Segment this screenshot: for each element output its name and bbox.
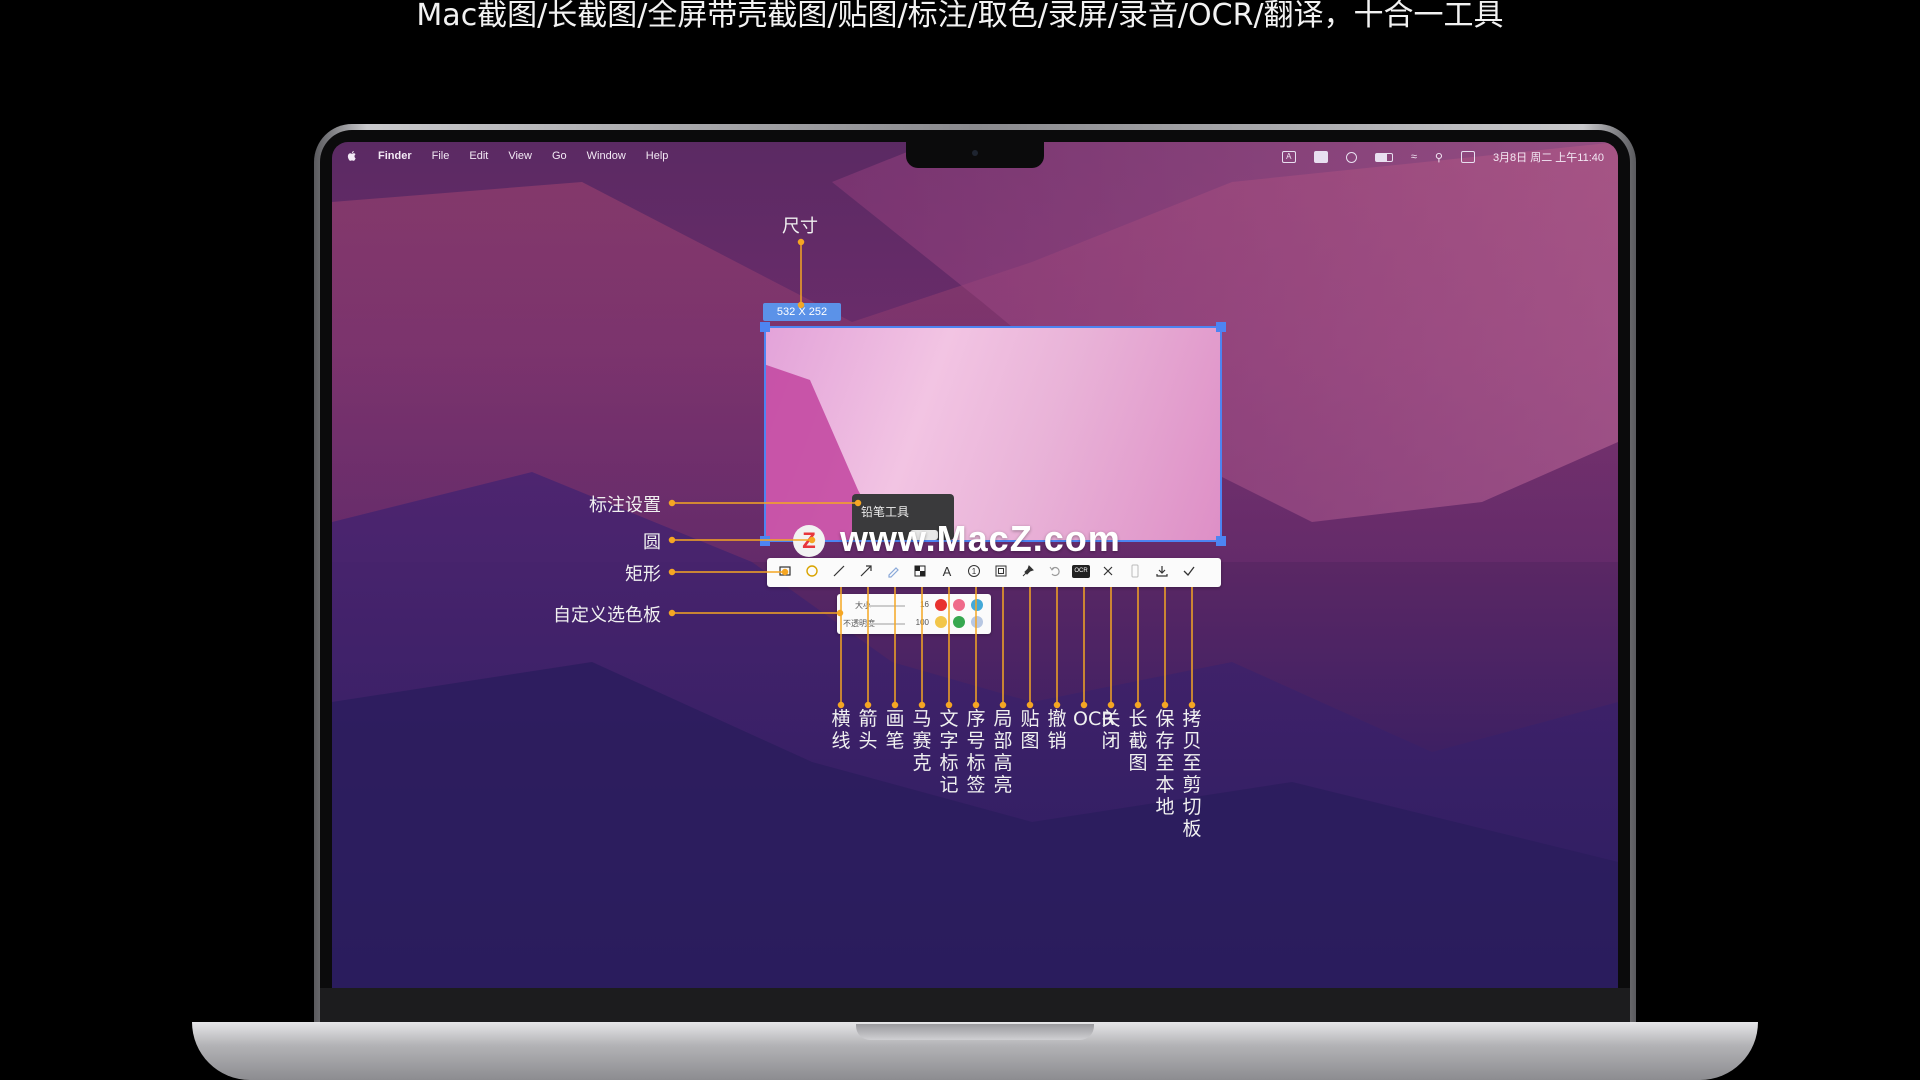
annotation-brush: 画笔 <box>885 708 905 752</box>
annotation-ocr: OCR <box>1073 708 1115 730</box>
camera-icon <box>972 150 978 156</box>
control-center-icon[interactable] <box>1460 151 1475 163</box>
menu-window[interactable]: Window <box>587 150 626 162</box>
annotation-pin: 贴图 <box>1020 708 1040 752</box>
annotation-size: 尺寸 <box>782 216 818 237</box>
annotation-copy: 拷贝至剪切板 <box>1182 708 1202 840</box>
input-source-icon[interactable]: A <box>1281 151 1296 163</box>
menu-edit[interactable]: Edit <box>469 150 488 162</box>
menu-app-finder[interactable]: Finder <box>378 150 412 162</box>
search-icon[interactable]: ⚲ <box>1435 151 1443 164</box>
annotation-undo: 撤销 <box>1047 708 1067 752</box>
annotation-long-screenshot: 长截图 <box>1128 708 1148 774</box>
annotation-close: 关闭 <box>1101 708 1121 752</box>
annotation-custom-palette: 自定义选色板 <box>553 605 661 626</box>
annotation-highlight: 局部高亮 <box>993 708 1013 796</box>
menu-go[interactable]: Go <box>552 150 567 162</box>
menu-file[interactable]: File <box>432 150 450 162</box>
apple-icon[interactable] <box>346 150 358 162</box>
annotation-mosaic: 马赛克 <box>912 708 932 774</box>
user-icon[interactable] <box>1345 151 1357 163</box>
photo-icon[interactable] <box>1313 151 1328 163</box>
annotation-text: 文字标记 <box>939 708 959 796</box>
menu-help[interactable]: Help <box>646 150 669 162</box>
annotation-arrow: 箭头 <box>858 708 878 752</box>
annotation-circle: 圆 <box>643 532 661 553</box>
annotation-save: 保存至本地 <box>1155 708 1175 818</box>
annotation-settings: 标注设置 <box>589 495 661 516</box>
menubar-datetime[interactable]: 3月8日 周二 上午11:40 <box>1493 149 1604 165</box>
annotation-rect: 矩形 <box>625 564 661 585</box>
menu-view[interactable]: View <box>508 150 532 162</box>
annotation-number-tag: 序号标签 <box>966 708 986 796</box>
battery-icon[interactable] <box>1374 152 1393 162</box>
wifi-icon[interactable]: ≈ <box>1411 151 1417 163</box>
annotation-line: 横线 <box>831 708 851 752</box>
